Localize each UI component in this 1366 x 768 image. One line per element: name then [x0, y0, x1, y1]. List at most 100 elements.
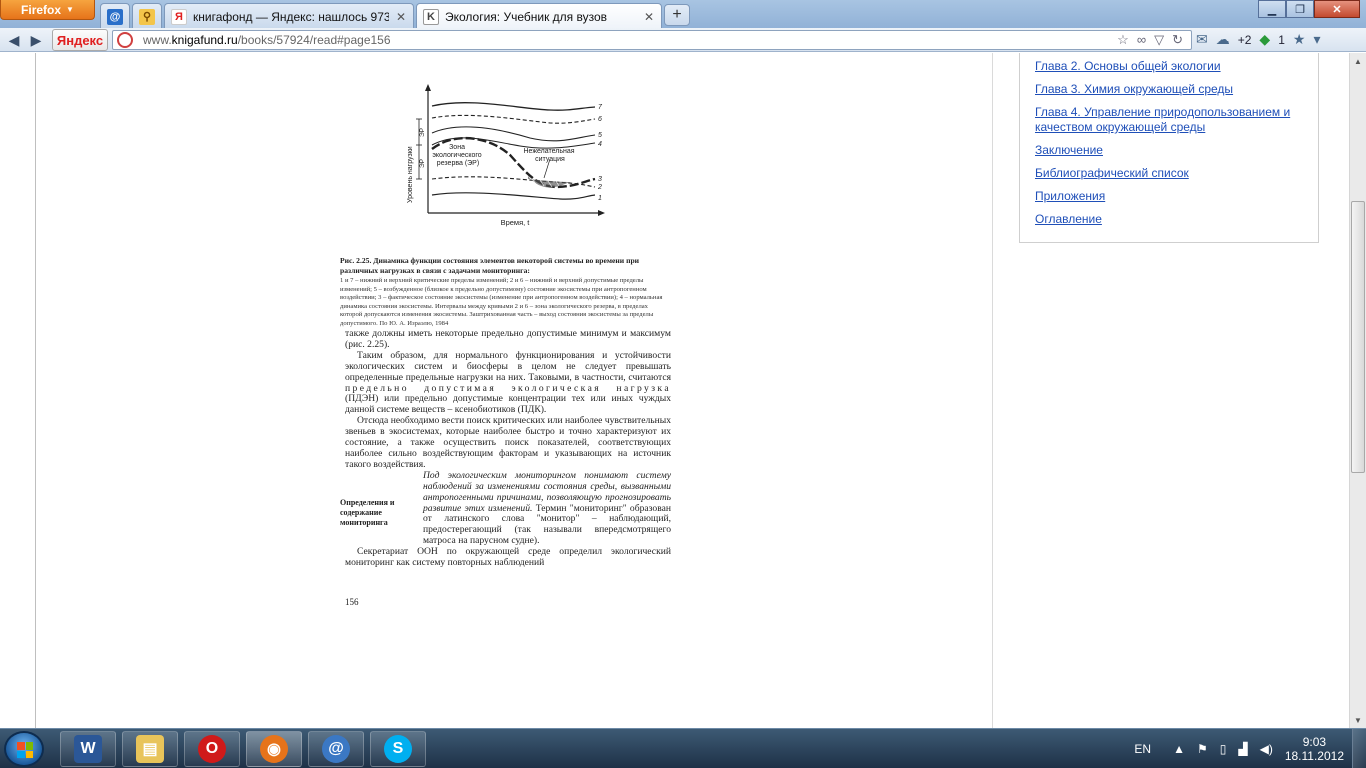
minimize-button[interactable]: ▁ [1258, 0, 1286, 18]
bookmarks-menu-icon[interactable]: ★ [1293, 31, 1306, 48]
weather-cloud-icon[interactable]: ☁ [1216, 31, 1230, 48]
language-indicator[interactable]: EN [1134, 742, 1151, 756]
paragraph: также должны иметь некоторые предельно д… [345, 328, 671, 350]
y-axis-arrow [425, 84, 431, 91]
taskbar-explorer[interactable]: ▤ [122, 731, 178, 767]
paragraph-text: Таким образом, для нормального функциони… [345, 349, 671, 383]
page-number: 156 [345, 597, 359, 607]
content-left-divider [35, 53, 36, 728]
show-desktop-button[interactable] [1352, 729, 1366, 768]
taskbar-firefox[interactable]: ◉ [246, 731, 302, 767]
zone-label: Зона экологического резерва (ЭР) [432, 144, 483, 167]
curve-number: 2 [597, 184, 602, 191]
show-hidden-icons-icon[interactable]: ▲ [1173, 742, 1185, 756]
clock[interactable]: 9:03 18.11.2012 [1285, 735, 1344, 763]
figure-monitoring-chart: Уровень нагрузки ЭР ЭР Зона экологическо… [407, 84, 605, 227]
page-content: Уровень нагрузки ЭР ЭР Зона экологическо… [0, 53, 1366, 728]
yandex-favicon-icon: Я [171, 8, 187, 25]
scroll-down-icon[interactable]: ▼ [1350, 712, 1366, 728]
addon-count: 1 [1278, 32, 1285, 47]
curve-number: 6 [598, 116, 602, 123]
taskbar-thunderbird[interactable]: @ [308, 731, 364, 767]
scrollbar-thumb[interactable] [1351, 201, 1365, 473]
system-tray: EN ▲ ⚑ ▯ ▟ ◀) 9:03 18.11.2012 [1134, 729, 1366, 768]
curve-1 [431, 192, 596, 200]
evernote-icon[interactable]: ◆ [1259, 31, 1270, 48]
restore-button[interactable]: ❐ [1286, 0, 1314, 18]
toc-link-bibliography[interactable]: Библиографический список [1035, 166, 1303, 181]
taskbar-word[interactable]: W [60, 731, 116, 767]
toc-link-contents[interactable]: Оглавление [1035, 212, 1303, 227]
vertical-scrollbar[interactable]: ▲ ▼ [1349, 53, 1366, 728]
er-label-lower: ЭР [419, 159, 426, 168]
address-bar[interactable]: www. knigafund.ru /books/57924/read#page… [112, 30, 1192, 50]
volume-icon[interactable]: ◀) [1260, 742, 1273, 756]
battery-icon[interactable]: ▯ [1220, 742, 1227, 756]
navigation-toolbar: ◀ ▶ Яндекс www. knigafund.ru /books/5792… [0, 28, 1366, 52]
yandex-logo-text: Яндекс [56, 32, 104, 48]
plus-icon: + [672, 6, 682, 23]
windows-taskbar: W ▤ O ◉ @ S EN ▲ ⚑ ▯ ▟ ◀) 9:03 18.11.201… [0, 728, 1366, 768]
toc-link-chapter-2[interactable]: Глава 2. Основы общей экологии [1035, 59, 1303, 74]
toc-link-chapter-4[interactable]: Глава 4. Управление природопользованием … [1035, 105, 1303, 135]
scroll-up-icon[interactable]: ▲ [1350, 53, 1366, 69]
yandex-home-button[interactable]: Яндекс [52, 29, 108, 51]
flag-yellow-icon [25, 750, 33, 758]
tab-yandex-search[interactable]: Я книгафонд — Яндекс: нашлось 973 ... ✕ [164, 3, 414, 29]
curve-number: 7 [598, 104, 603, 111]
figure-caption-title: Рис. 2.25. Динамика функции состояния эл… [340, 256, 640, 275]
flag-green-icon [25, 742, 33, 750]
book-body-text: также должны иметь некоторые предельно д… [345, 328, 671, 569]
opera-icon: O [198, 735, 226, 763]
dropdown-arrow-icon[interactable]: ▽ [1154, 32, 1164, 48]
paragraph: Отсюда необходимо вести поиск критически… [345, 415, 671, 470]
url-path: /books/57924/read#page156 [237, 33, 391, 47]
x-axis-arrow [598, 210, 605, 216]
arrow-right-icon: ▶ [30, 31, 42, 48]
toc-link-appendices[interactable]: Приложения [1035, 189, 1303, 204]
action-center-flag-icon[interactable]: ⚑ [1197, 742, 1208, 756]
content-sidebar-divider [992, 53, 993, 728]
site-identity-icon[interactable] [117, 32, 133, 48]
x-axis-label: Время, t [501, 218, 531, 227]
close-window-button[interactable]: ✕ [1314, 0, 1360, 18]
url-prefix: www. [143, 33, 172, 47]
explorer-icon: ▤ [136, 735, 164, 763]
weather-temperature: +2 [1237, 32, 1252, 47]
undesirable-label-line: Нежелательная [523, 148, 574, 155]
tab-pinned-search[interactable]: ⚲ [132, 3, 162, 29]
taskbar-skype[interactable]: S [370, 731, 426, 767]
spaced-term: предельно допустимая экологическая нагру… [345, 382, 671, 394]
chevron-down-icon[interactable]: ▾ [1313, 31, 1320, 48]
signal-bars-icon[interactable]: ▟ [1238, 742, 1247, 756]
mail-icon[interactable]: ✉ [1196, 31, 1208, 48]
curve-6 [431, 114, 596, 124]
firefox-icon: ◉ [260, 735, 288, 763]
zone-label-line: экологического [432, 152, 481, 159]
tab-ecology-book[interactable]: K Экология: Учебник для вузов ✕ [416, 3, 662, 29]
close-icon[interactable]: ✕ [395, 10, 407, 24]
reload-icon[interactable]: ↻ [1172, 32, 1183, 48]
url-host: knigafund.ru [171, 33, 238, 47]
tab-label: Экология: Учебник для вузов [445, 9, 608, 24]
windows-logo-icon [17, 742, 33, 758]
toc-link-conclusion[interactable]: Заключение [1035, 143, 1303, 158]
close-icon[interactable]: ✕ [643, 10, 655, 24]
curve-number-labels: 7 6 5 4 3 2 1 [597, 104, 603, 202]
taskbar-opera[interactable]: O [184, 731, 240, 767]
address-bar-icons: ☆ ∞ ▽ ↻ [1117, 32, 1183, 48]
back-button[interactable]: ◀ [4, 31, 24, 49]
star-bookmark-icon[interactable]: ☆ [1117, 32, 1129, 48]
firefox-menu-button[interactable]: Firefox ▼ [0, 0, 95, 20]
tab-pinned-mail[interactable]: @ [100, 3, 130, 29]
thunderbird-icon: @ [322, 735, 350, 763]
word-icon: W [74, 735, 102, 763]
start-button[interactable] [4, 731, 44, 767]
clock-date: 18.11.2012 [1284, 749, 1344, 763]
flag-blue-icon [17, 750, 25, 758]
glasses-icon[interactable]: ∞ [1137, 32, 1146, 48]
toc-link-chapter-3[interactable]: Глава 3. Химия окружающей среды [1035, 82, 1303, 97]
figure-caption-body: 1 и 7 – нижний и верхний критические пре… [340, 277, 663, 327]
new-tab-button[interactable]: + [664, 4, 690, 26]
forward-button[interactable]: ▶ [26, 31, 46, 49]
